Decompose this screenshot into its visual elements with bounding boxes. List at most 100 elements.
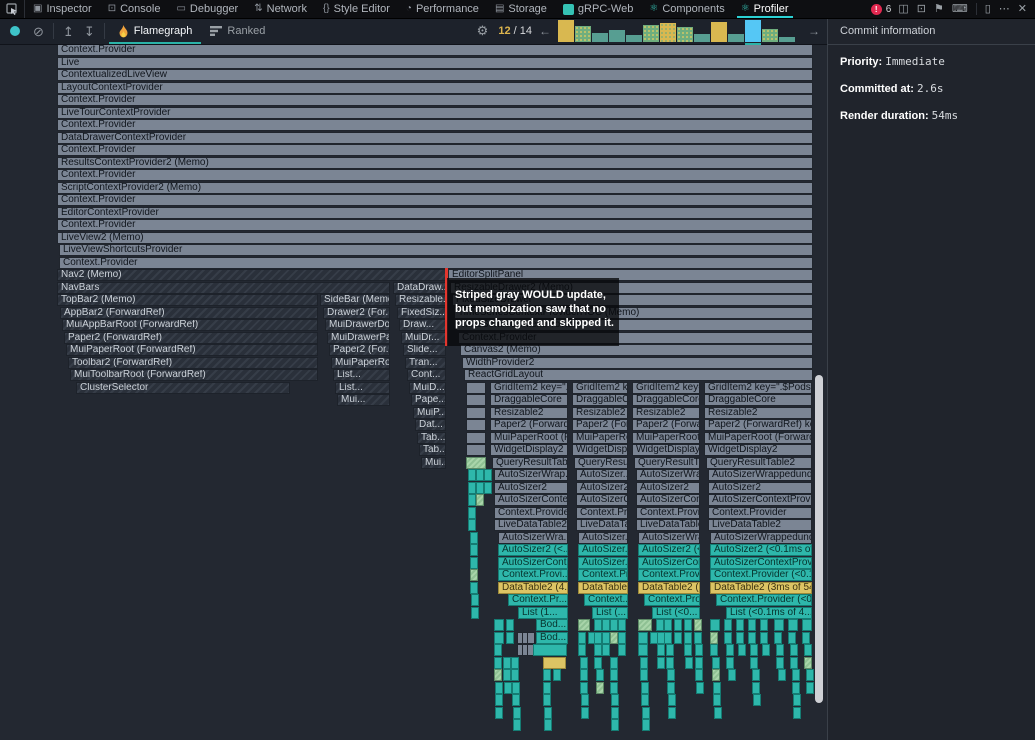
flame-node[interactable]: DraggableC... [572, 394, 628, 406]
tab-profiler[interactable]: ⚛Profiler [733, 0, 797, 18]
flame-node[interactable] [466, 419, 486, 431]
flame-node[interactable] [503, 657, 511, 669]
commit-bar-1[interactable] [558, 20, 574, 42]
flame-node[interactable]: List... [333, 369, 390, 381]
flame-node[interactable]: WidgetDispl... [572, 444, 628, 456]
flame-node[interactable]: MuiPaperRoot (ForwardR... [704, 432, 812, 444]
flame-node[interactable] [470, 532, 478, 544]
commit-bar-3[interactable] [592, 33, 608, 42]
more-icon[interactable]: ⋯ [999, 4, 1010, 15]
flame-node[interactable]: Context.Provi... [498, 569, 568, 581]
flame-node[interactable] [726, 657, 734, 669]
flame-node[interactable]: NavBars [57, 282, 390, 294]
flame-node[interactable] [543, 694, 551, 706]
flame-node[interactable]: Tab... [417, 432, 446, 444]
flame-node[interactable] [468, 494, 476, 506]
flame-node[interactable]: Bod... [536, 619, 568, 631]
flame-node[interactable] [544, 707, 552, 719]
flame-node[interactable]: Resizable... [395, 294, 446, 306]
flame-node[interactable]: List (<0.1ms of 4... [726, 607, 812, 619]
flame-node[interactable]: AutoSizerWrap... [494, 469, 568, 481]
flame-node[interactable]: Context.Provider [57, 169, 813, 181]
flame-node[interactable] [594, 632, 602, 644]
flame-node[interactable] [513, 707, 521, 719]
flame-node[interactable] [602, 632, 610, 644]
flame-node[interactable] [802, 632, 810, 644]
flame-node[interactable] [664, 619, 672, 631]
flame-node[interactable] [580, 657, 588, 669]
pick-element-button[interactable] [0, 0, 25, 18]
flame-node[interactable]: Resizable2 [632, 407, 700, 419]
flame-node[interactable]: Context.Provi... [638, 569, 700, 581]
flame-node[interactable]: MuiPaperRoot ... [632, 432, 700, 444]
flame-node[interactable]: AutoSizerCont... [636, 494, 700, 506]
flame-node[interactable]: Context.Provider [57, 44, 813, 56]
flame-node[interactable] [788, 632, 796, 644]
flame-node[interactable] [466, 432, 486, 444]
flame-node[interactable] [684, 632, 692, 644]
flame-node[interactable] [774, 632, 782, 644]
commit-bar-14[interactable] [779, 37, 795, 42]
flame-node[interactable]: ContextualizedLiveView [57, 69, 813, 81]
flame-node[interactable] [610, 682, 618, 694]
flame-node[interactable] [657, 657, 665, 669]
flame-node[interactable]: ResultsContextProvider2 (Memo) [57, 157, 813, 169]
flame-node[interactable] [470, 544, 478, 556]
flame-node[interactable] [804, 644, 812, 656]
flame-node[interactable]: ClusterSelector [76, 382, 290, 394]
flame-node[interactable]: TopBar2 (Memo) [57, 294, 318, 306]
flame-node[interactable]: Live [57, 57, 813, 69]
flame-node[interactable] [494, 657, 502, 669]
flame-node[interactable] [506, 619, 514, 631]
flame-node[interactable] [667, 669, 675, 681]
flame-node[interactable] [695, 657, 703, 669]
flame-node[interactable]: Nav2 (Memo) [57, 269, 446, 281]
flame-node[interactable]: Pape... [411, 394, 446, 406]
flame-node[interactable] [752, 669, 760, 681]
flame-node[interactable]: QueryResultTabl... [492, 457, 568, 469]
flame-node[interactable] [640, 657, 648, 669]
flame-node[interactable]: Context.Provider [57, 144, 813, 156]
flame-node[interactable] [748, 619, 756, 631]
flame-node[interactable] [495, 694, 503, 706]
flame-node[interactable] [666, 644, 674, 656]
flame-node[interactable]: WidthProvider2 [462, 357, 813, 369]
flame-node[interactable] [724, 619, 732, 631]
flame-node[interactable]: Context.Prov... [644, 594, 700, 606]
flame-node[interactable] [511, 657, 519, 669]
flame-node[interactable] [760, 619, 768, 631]
flame-node[interactable] [553, 669, 561, 681]
flame-node[interactable]: LiveViewShortcutsProvider [59, 244, 813, 256]
flame-node[interactable] [694, 632, 702, 644]
flame-node[interactable] [753, 694, 761, 706]
flame-node[interactable] [710, 632, 718, 644]
flame-node[interactable]: Paper2 (For... [572, 419, 628, 431]
flame-node[interactable] [578, 644, 586, 656]
flame-node[interactable]: GridItem2 key="... [490, 382, 568, 394]
flame-node[interactable]: ReactGridLayout [464, 369, 813, 381]
flame-node[interactable]: Mui... [421, 457, 446, 469]
flame-node[interactable]: AutoSizerWrappedunde... [710, 532, 812, 544]
flame-node[interactable] [726, 644, 734, 656]
tab-ranked[interactable]: Ranked [201, 18, 274, 44]
next-commit-button[interactable]: → [808, 24, 820, 38]
flame-node[interactable] [618, 644, 626, 656]
flame-node[interactable] [466, 457, 486, 469]
flame-node[interactable]: Resizable2 [704, 407, 812, 419]
clear-profile-button[interactable]: ⊘ [33, 25, 44, 38]
flame-node[interactable]: Slide... [403, 344, 446, 356]
flame-node[interactable] [714, 707, 722, 719]
flame-node[interactable] [664, 632, 672, 644]
flame-node[interactable]: AutoSizerContextProvi... [710, 557, 812, 569]
flame-node[interactable] [602, 619, 610, 631]
flame-node[interactable] [511, 669, 519, 681]
flame-node[interactable]: AutoSizerCon... [638, 557, 700, 569]
flame-node[interactable]: Paper2 (ForwardRef) key... [704, 419, 812, 431]
split-pane-icon[interactable]: ◫ [898, 4, 908, 15]
flame-node[interactable]: DraggableCore [704, 394, 812, 406]
flame-node[interactable] [792, 682, 800, 694]
tab-grpc-web[interactable]: gRPC-Web [555, 0, 641, 18]
flame-node[interactable]: MuiAppBarRoot (ForwardRef) [62, 319, 318, 331]
tab-storage[interactable]: ▤Storage [487, 0, 555, 18]
flame-node[interactable]: MuiDrawerDo... [325, 319, 390, 331]
